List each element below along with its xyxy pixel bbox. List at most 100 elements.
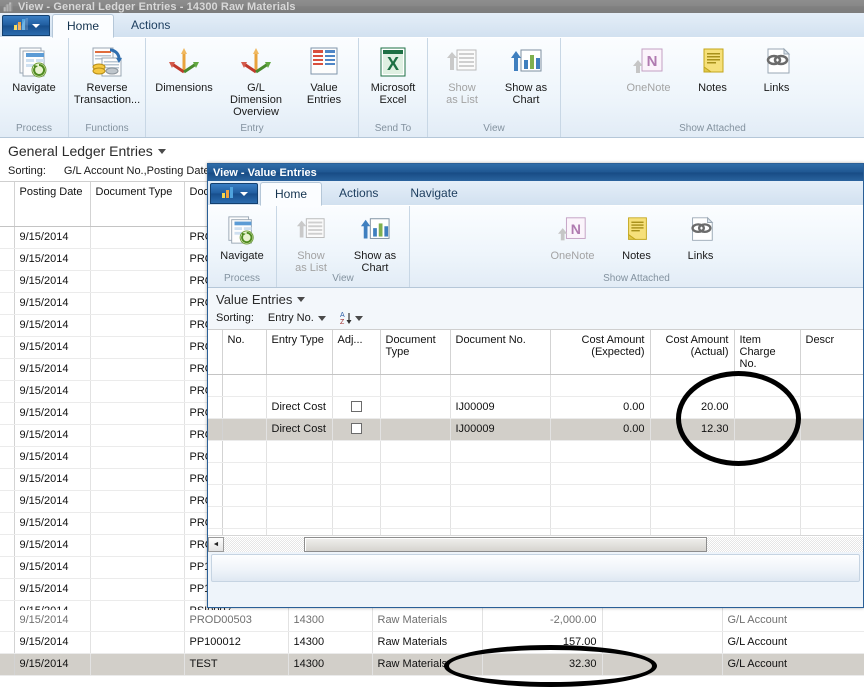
- table-cell[interactable]: [734, 396, 801, 419]
- table-cell[interactable]: [0, 512, 15, 535]
- child-ribbon-button-navigate[interactable]: Navigate: [211, 210, 273, 262]
- table-cell[interactable]: [0, 292, 15, 315]
- table-cell[interactable]: [0, 336, 15, 359]
- table-cell[interactable]: [650, 440, 735, 463]
- table-cell[interactable]: [800, 528, 863, 535]
- table-cell[interactable]: 9/15/2014: [14, 424, 91, 447]
- table-cell[interactable]: [90, 336, 185, 359]
- ribbon-button-reverse-transaction[interactable]: Reverse Transaction...: [72, 42, 142, 106]
- child-ribbon-button-onenote[interactable]: N OneNote: [542, 210, 604, 262]
- table-cell[interactable]: [90, 292, 185, 315]
- table-cell[interactable]: PP100012: [184, 631, 289, 654]
- table-cell[interactable]: [550, 374, 651, 397]
- table-cell[interactable]: [222, 396, 267, 419]
- table-cell[interactable]: PROD00503: [184, 610, 289, 632]
- column-header-description[interactable]: Descr: [800, 330, 863, 375]
- table-row[interactable]: 9/15/2014 PP100012 14300 Raw Materials 157.0…: [0, 631, 864, 654]
- table-cell[interactable]: [550, 462, 651, 485]
- ribbon-button-links[interactable]: Links: [746, 42, 808, 94]
- column-header-document-type[interactable]: Document Type: [380, 330, 451, 375]
- table-cell[interactable]: [266, 506, 333, 529]
- table-row[interactable]: [208, 506, 863, 529]
- table-cell[interactable]: Raw Materials: [372, 610, 483, 632]
- table-cell[interactable]: [0, 556, 15, 579]
- child-ribbon-button-show-as-list[interactable]: Show as List: [280, 210, 342, 274]
- table-cell[interactable]: [550, 440, 651, 463]
- table-cell[interactable]: -2,000.00: [482, 610, 603, 632]
- table-cell[interactable]: [450, 374, 551, 397]
- table-cell[interactable]: [0, 248, 15, 271]
- table-cell[interactable]: [90, 358, 185, 381]
- table-row[interactable]: 9/15/2014 TEST 14300 Raw Materials 32.30 G/L …: [0, 653, 864, 676]
- table-cell[interactable]: 9/15/2014: [14, 358, 91, 381]
- table-cell[interactable]: [650, 528, 735, 535]
- child-tab-home[interactable]: Home: [260, 182, 323, 206]
- ribbon-button-microsoft-excel[interactable]: X Microsoft Excel: [362, 42, 424, 106]
- table-cell[interactable]: [380, 484, 451, 507]
- column-header-adjusted[interactable]: Adj...: [332, 330, 381, 375]
- table-cell[interactable]: [90, 534, 185, 557]
- table-cell[interactable]: [332, 484, 381, 507]
- table-cell[interactable]: [0, 578, 15, 601]
- column-header-cost-amount-actual[interactable]: Cost Amount (Actual): [650, 330, 735, 375]
- table-cell[interactable]: [602, 653, 723, 676]
- table-cell[interactable]: Direct Cost: [266, 396, 333, 419]
- table-cell[interactable]: [90, 490, 185, 513]
- column-header-posting-date[interactable]: Posting Date: [14, 182, 91, 227]
- table-cell[interactable]: [0, 446, 15, 469]
- checkbox-unchecked-icon[interactable]: [350, 423, 362, 435]
- table-cell[interactable]: [450, 462, 551, 485]
- table-cell[interactable]: [332, 374, 381, 397]
- table-cell[interactable]: [650, 506, 735, 529]
- table-cell[interactable]: 9/15/2014: [14, 653, 91, 676]
- table-cell[interactable]: TEST: [184, 653, 289, 676]
- scroll-left-button[interactable]: ◄: [208, 536, 224, 552]
- table-cell[interactable]: 20.00: [650, 396, 735, 419]
- child-ribbon-button-notes[interactable]: Notes: [606, 210, 668, 262]
- table-cell[interactable]: [0, 490, 15, 513]
- table-cell[interactable]: [450, 506, 551, 529]
- table-cell[interactable]: [0, 270, 15, 293]
- table-cell[interactable]: Direct Cost: [266, 418, 333, 441]
- table-cell[interactable]: [90, 446, 185, 469]
- adjusted-checkbox-cell[interactable]: [332, 418, 381, 441]
- table-cell[interactable]: [380, 440, 451, 463]
- ribbon-button-value-entries[interactable]: Value Entries: [293, 42, 355, 106]
- table-cell[interactable]: [734, 440, 801, 463]
- table-cell[interactable]: [550, 506, 651, 529]
- table-cell[interactable]: [90, 468, 185, 491]
- child-ribbon-button-links[interactable]: Links: [670, 210, 732, 262]
- table-cell[interactable]: [208, 440, 223, 463]
- table-cell[interactable]: [332, 440, 381, 463]
- table-cell[interactable]: [90, 314, 185, 337]
- ribbon-button-show-as-chart[interactable]: Show as Chart: [495, 42, 557, 106]
- table-cell[interactable]: [90, 380, 185, 403]
- table-cell[interactable]: [734, 506, 801, 529]
- table-cell[interactable]: [222, 374, 267, 397]
- table-cell[interactable]: IJ00009: [450, 418, 551, 441]
- child-tab-navigate[interactable]: Navigate: [395, 181, 472, 205]
- table-cell[interactable]: 14300: [288, 631, 373, 654]
- table-cell[interactable]: 9/15/2014: [14, 270, 91, 293]
- table-cell[interactable]: [208, 506, 223, 529]
- table-cell[interactable]: 9/15/2014: [14, 226, 91, 249]
- table-cell[interactable]: 9/15/2014: [14, 534, 91, 557]
- table-cell[interactable]: [0, 468, 15, 491]
- table-cell[interactable]: [450, 440, 551, 463]
- table-cell[interactable]: [450, 528, 551, 535]
- child-tab-actions[interactable]: Actions: [324, 181, 393, 205]
- table-row[interactable]: [208, 528, 863, 535]
- child-ribbon-button-show-as-chart[interactable]: Show as Chart: [344, 210, 406, 274]
- table-cell[interactable]: [550, 484, 651, 507]
- sort-az-descending-icon[interactable]: A Z: [340, 311, 363, 325]
- column-header-item-charge-no[interactable]: Item Charge No.: [734, 330, 801, 375]
- ribbon-button-onenote[interactable]: N OneNote: [618, 42, 680, 94]
- table-cell[interactable]: [90, 653, 185, 676]
- table-row[interactable]: [208, 484, 863, 507]
- table-cell[interactable]: 9/15/2014: [14, 512, 91, 535]
- table-cell[interactable]: [380, 506, 451, 529]
- table-cell[interactable]: 9/15/2014: [14, 446, 91, 469]
- table-cell[interactable]: [90, 424, 185, 447]
- table-cell[interactable]: 9/15/2014: [14, 556, 91, 579]
- table-cell[interactable]: 9/15/2014: [14, 490, 91, 513]
